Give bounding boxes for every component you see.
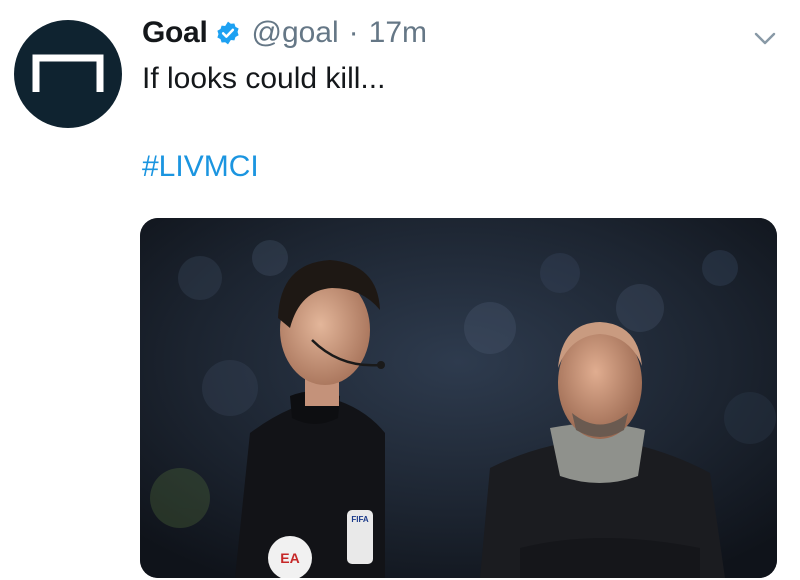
timestamp[interactable]: 17m: [369, 16, 427, 50]
tweet-header: Goal @goal · 17m: [142, 16, 427, 50]
tweet-text: If looks could kill...: [142, 62, 386, 95]
media-badge-right: FIFA: [351, 515, 369, 524]
separator-dot: ·: [348, 16, 359, 49]
tweet-media-photo[interactable]: EA FIFA: [140, 218, 777, 578]
avatar[interactable]: [14, 20, 122, 128]
media-badge-left: EA: [280, 550, 299, 566]
display-name[interactable]: Goal: [142, 16, 208, 50]
handle[interactable]: @goal: [251, 16, 338, 50]
goal-post-logo-icon: [32, 54, 104, 92]
chevron-down-icon[interactable]: [750, 26, 780, 52]
hashtag-link[interactable]: #LIVMCI: [142, 150, 259, 184]
verified-badge-icon: [215, 20, 241, 46]
